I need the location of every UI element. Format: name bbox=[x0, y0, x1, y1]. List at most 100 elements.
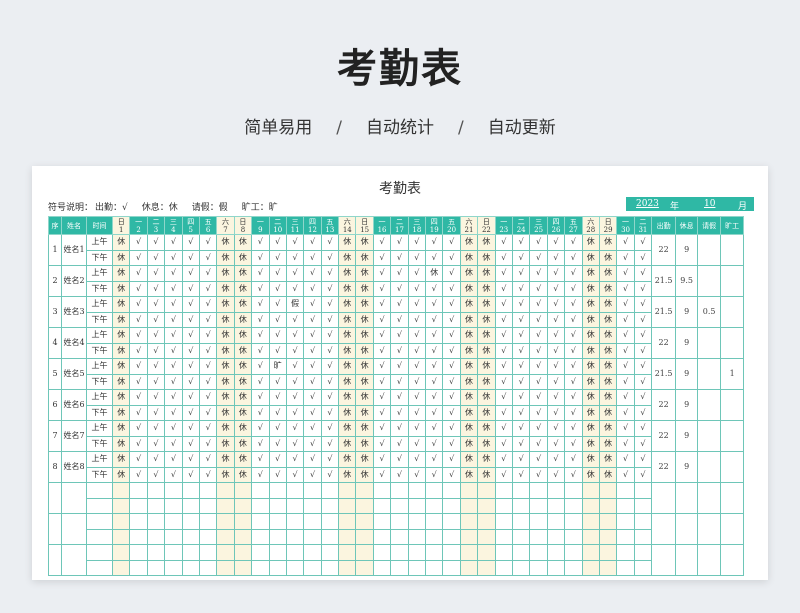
attendance-cell[interactable] bbox=[355, 513, 374, 530]
attendance-cell[interactable]: √ bbox=[564, 234, 583, 251]
attendance-cell[interactable]: √ bbox=[511, 249, 531, 266]
attendance-cell[interactable]: √ bbox=[372, 404, 392, 421]
attendance-cell[interactable] bbox=[425, 544, 444, 561]
attendance-cell[interactable] bbox=[146, 513, 166, 530]
attendance-cell[interactable]: √ bbox=[251, 265, 270, 282]
attendance-cell[interactable] bbox=[216, 482, 235, 499]
attendance-cell[interactable] bbox=[372, 482, 392, 499]
attendance-cell[interactable] bbox=[146, 497, 166, 514]
attendance-cell[interactable]: √ bbox=[129, 435, 148, 452]
attendance-cell[interactable]: √ bbox=[303, 373, 322, 390]
attendance-cell[interactable]: √ bbox=[129, 420, 148, 437]
attendance-cell[interactable]: √ bbox=[181, 451, 200, 468]
attendance-cell[interactable]: √ bbox=[494, 296, 513, 313]
attendance-cell[interactable]: √ bbox=[198, 311, 218, 328]
attendance-cell[interactable]: √ bbox=[372, 249, 392, 266]
attendance-cell[interactable] bbox=[181, 528, 200, 545]
attendance-cell[interactable]: √ bbox=[529, 342, 548, 359]
attendance-cell[interactable]: √ bbox=[564, 451, 583, 468]
attendance-cell[interactable]: 休 bbox=[459, 466, 479, 483]
attendance-cell[interactable]: √ bbox=[285, 234, 305, 251]
attendance-cell[interactable]: √ bbox=[529, 249, 548, 266]
attendance-cell[interactable]: √ bbox=[285, 389, 305, 406]
attendance-cell[interactable]: 休 bbox=[338, 342, 357, 359]
attendance-cell[interactable]: √ bbox=[425, 420, 444, 437]
attendance-cell[interactable]: 休 bbox=[581, 451, 600, 468]
attendance-cell[interactable]: √ bbox=[390, 435, 409, 452]
attendance-cell[interactable]: √ bbox=[633, 327, 653, 344]
attendance-cell[interactable]: 休 bbox=[111, 327, 131, 344]
attendance-cell[interactable]: √ bbox=[268, 389, 287, 406]
attendance-cell[interactable]: √ bbox=[494, 249, 513, 266]
attendance-cell[interactable]: √ bbox=[372, 358, 392, 375]
attendance-cell[interactable]: √ bbox=[181, 327, 200, 344]
attendance-cell[interactable] bbox=[320, 482, 340, 499]
attendance-cell[interactable]: √ bbox=[564, 249, 583, 266]
attendance-cell[interactable]: √ bbox=[372, 265, 392, 282]
attendance-cell[interactable]: √ bbox=[511, 451, 531, 468]
attendance-cell[interactable]: √ bbox=[198, 358, 218, 375]
attendance-cell[interactable]: 休 bbox=[216, 296, 235, 313]
attendance-cell[interactable] bbox=[198, 528, 218, 545]
attendance-cell[interactable] bbox=[425, 528, 444, 545]
attendance-cell[interactable]: √ bbox=[129, 265, 148, 282]
attendance-cell[interactable] bbox=[407, 513, 427, 530]
attendance-cell[interactable]: √ bbox=[425, 296, 444, 313]
attendance-cell[interactable]: √ bbox=[285, 420, 305, 437]
attendance-cell[interactable]: √ bbox=[616, 389, 635, 406]
attendance-cell[interactable]: √ bbox=[198, 280, 218, 297]
attendance-cell[interactable]: 休 bbox=[216, 466, 235, 483]
attendance-cell[interactable] bbox=[181, 544, 200, 561]
attendance-cell[interactable] bbox=[442, 544, 461, 561]
attendance-cell[interactable]: 休 bbox=[338, 327, 357, 344]
attendance-cell[interactable] bbox=[251, 559, 270, 576]
attendance-cell[interactable] bbox=[198, 497, 218, 514]
attendance-cell[interactable]: √ bbox=[407, 234, 427, 251]
attendance-cell[interactable] bbox=[372, 513, 392, 530]
attendance-cell[interactable]: √ bbox=[529, 466, 548, 483]
attendance-cell[interactable]: 休 bbox=[581, 296, 600, 313]
attendance-cell[interactable]: √ bbox=[407, 451, 427, 468]
attendance-cell[interactable]: 休 bbox=[581, 373, 600, 390]
attendance-cell[interactable]: √ bbox=[198, 234, 218, 251]
attendance-cell[interactable]: √ bbox=[425, 234, 444, 251]
attendance-cell[interactable]: 休 bbox=[216, 342, 235, 359]
attendance-cell[interactable] bbox=[616, 559, 635, 576]
attendance-cell[interactable]: √ bbox=[616, 265, 635, 282]
attendance-cell[interactable]: √ bbox=[268, 342, 287, 359]
attendance-cell[interactable]: √ bbox=[407, 296, 427, 313]
attendance-cell[interactable]: √ bbox=[320, 404, 340, 421]
attendance-cell[interactable]: √ bbox=[268, 249, 287, 266]
attendance-cell[interactable]: √ bbox=[616, 466, 635, 483]
attendance-cell[interactable]: √ bbox=[181, 358, 200, 375]
attendance-cell[interactable]: 休 bbox=[233, 296, 253, 313]
attendance-cell[interactable] bbox=[111, 513, 131, 530]
attendance-cell[interactable] bbox=[425, 482, 444, 499]
attendance-cell[interactable]: 休 bbox=[111, 389, 131, 406]
attendance-cell[interactable]: √ bbox=[372, 373, 392, 390]
attendance-cell[interactable]: √ bbox=[390, 296, 409, 313]
attendance-cell[interactable] bbox=[442, 497, 461, 514]
attendance-cell[interactable]: √ bbox=[564, 358, 583, 375]
attendance-cell[interactable]: 休 bbox=[233, 373, 253, 390]
attendance-cell[interactable] bbox=[511, 559, 531, 576]
attendance-cell[interactable]: 休 bbox=[111, 311, 131, 328]
attendance-cell[interactable]: √ bbox=[616, 342, 635, 359]
attendance-cell[interactable] bbox=[164, 544, 183, 561]
attendance-cell[interactable]: 休 bbox=[111, 404, 131, 421]
attendance-cell[interactable] bbox=[564, 513, 583, 530]
attendance-cell[interactable]: √ bbox=[546, 466, 566, 483]
attendance-cell[interactable]: √ bbox=[198, 296, 218, 313]
attendance-cell[interactable]: √ bbox=[146, 451, 166, 468]
attendance-cell[interactable]: √ bbox=[546, 404, 566, 421]
attendance-cell[interactable]: √ bbox=[129, 466, 148, 483]
attendance-cell[interactable]: √ bbox=[268, 404, 287, 421]
attendance-cell[interactable]: 休 bbox=[355, 234, 374, 251]
attendance-cell[interactable]: √ bbox=[303, 466, 322, 483]
attendance-cell[interactable]: 休 bbox=[233, 435, 253, 452]
month-value[interactable]: 10 bbox=[704, 199, 715, 209]
attendance-cell[interactable]: √ bbox=[251, 342, 270, 359]
attendance-cell[interactable]: 休 bbox=[233, 234, 253, 251]
attendance-cell[interactable]: 休 bbox=[111, 373, 131, 390]
attendance-cell[interactable]: √ bbox=[529, 234, 548, 251]
